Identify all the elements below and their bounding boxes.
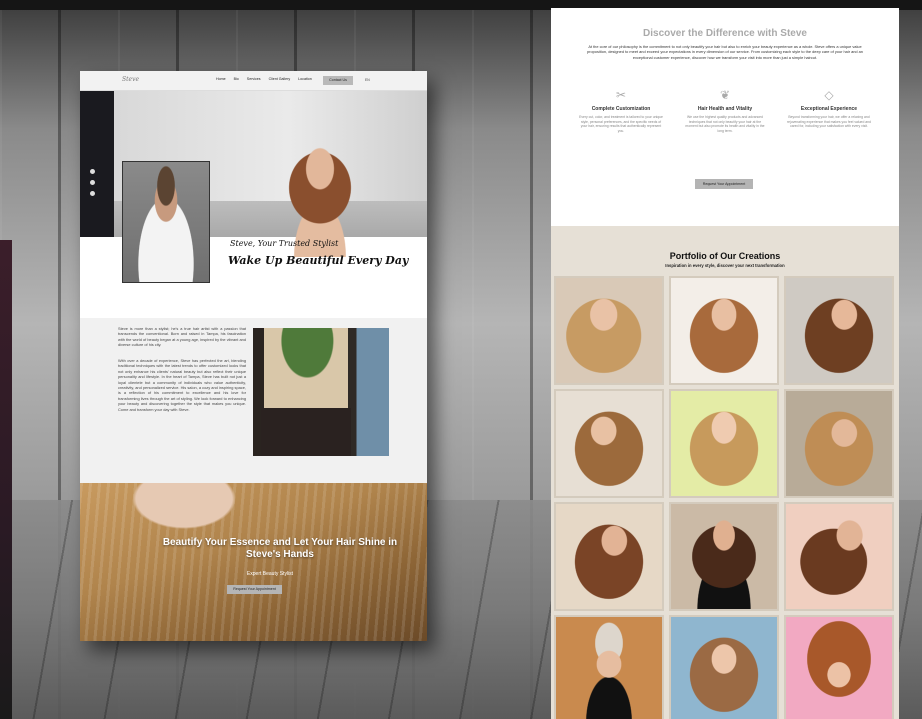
- portfolio-photo[interactable]: [669, 389, 779, 498]
- website-mockup-services: Discover the Difference with Steve At th…: [551, 8, 899, 719]
- feature-card-experience: ◇ Exceptional Experience Beyond transfor…: [787, 88, 871, 129]
- cta-subtitle: Expert Beauty Stylist: [246, 571, 294, 577]
- diamond-icon: ◇: [824, 88, 834, 102]
- portfolio-photo[interactable]: [554, 502, 664, 611]
- hero-headline: Wake Up Beautiful Every Day: [228, 254, 409, 267]
- portfolio-photo[interactable]: [669, 502, 779, 611]
- cta-heading: Beautify Your Essence and Let Your Hair …: [120, 537, 427, 561]
- feature-description: Every cut, color, and treatment is tailo…: [579, 115, 663, 133]
- instagram-icon[interactable]: [90, 180, 95, 185]
- feature-card-customization: ✂ Complete Customization Every cut, colo…: [579, 88, 663, 133]
- portfolio-photo[interactable]: [784, 502, 894, 611]
- nav-menu: Home Bio Services Client Gallery Locatio…: [216, 77, 312, 81]
- feature-description: Beyond transforming your hair, we offer …: [787, 115, 871, 129]
- feature-title: Exceptional Experience: [800, 106, 858, 112]
- section-intro: At the core of our philosophy is the com…: [587, 44, 863, 60]
- portfolio-photo[interactable]: [554, 276, 664, 385]
- portfolio-photo[interactable]: [554, 615, 664, 719]
- portfolio-photo[interactable]: [669, 276, 779, 385]
- feature-title: Hair Health and Vitality: [697, 106, 753, 112]
- language-switcher[interactable]: EN: [365, 78, 370, 82]
- portfolio-photo[interactable]: [784, 389, 894, 498]
- youtube-icon[interactable]: [90, 191, 95, 196]
- cta-heading-line-1: Beautify Your Essence and Let Your Hair …: [162, 537, 398, 548]
- request-appointment-button[interactable]: Request Your Appointment: [227, 585, 282, 594]
- facebook-icon[interactable]: [90, 169, 95, 174]
- nav-item-client-gallery[interactable]: Client Gallery: [269, 77, 291, 81]
- portfolio-section: Portfolio of Our Creations Inspiration i…: [551, 226, 899, 719]
- leaf-icon: ❦: [719, 88, 731, 102]
- cta-banner: Beautify Your Essence and Let Your Hair …: [80, 483, 427, 641]
- portfolio-photo[interactable]: [784, 615, 894, 719]
- feature-title: Complete Customization: [591, 106, 651, 112]
- portfolio-photo[interactable]: [784, 276, 894, 385]
- hero-tagline: Steve, Your Trusted Stylist: [230, 239, 339, 248]
- top-navigation: Steve Home Bio Services Client Gallery L…: [80, 71, 427, 91]
- website-mockup-home: Steve Home Bio Services Client Gallery L…: [80, 71, 427, 641]
- left-edge: [0, 240, 12, 719]
- portfolio-photo[interactable]: [554, 389, 664, 498]
- request-appointment-button[interactable]: Request Your Appointment: [695, 179, 753, 189]
- social-links: [90, 169, 95, 196]
- nav-item-bio[interactable]: Bio: [234, 77, 239, 81]
- feature-description: We use the highest quality products and …: [685, 115, 765, 133]
- portfolio-subtitle: Inspiration in every style, discover you…: [665, 263, 785, 268]
- about-paragraph-2: With over a decade of experience, Steve …: [118, 358, 246, 412]
- nav-item-home[interactable]: Home: [216, 77, 226, 81]
- salon-interior-photo: [253, 328, 389, 456]
- portfolio-grid: [554, 276, 896, 719]
- nav-item-services[interactable]: Services: [247, 77, 261, 81]
- about-paragraph-1: Steve is more than a stylist; he's a tru…: [118, 326, 246, 348]
- cta-heading-line-2: Steve's Hands: [246, 549, 314, 560]
- portfolio-photo[interactable]: [669, 615, 779, 719]
- portfolio-title: Portfolio of Our Creations: [669, 251, 781, 261]
- brand-logo[interactable]: Steve: [122, 76, 139, 83]
- nav-item-location[interactable]: Location: [298, 77, 312, 81]
- contact-us-button[interactable]: Contact Us: [323, 76, 353, 85]
- scissors-icon: ✂: [615, 88, 627, 102]
- about-section: Steve is more than a stylist; he's a tru…: [80, 318, 427, 483]
- feature-card-hair-health: ❦ Hair Health and Vitality We use the hi…: [683, 88, 767, 133]
- stylist-portrait-photo: [122, 161, 210, 283]
- section-title: Discover the Difference with Steve: [643, 28, 807, 39]
